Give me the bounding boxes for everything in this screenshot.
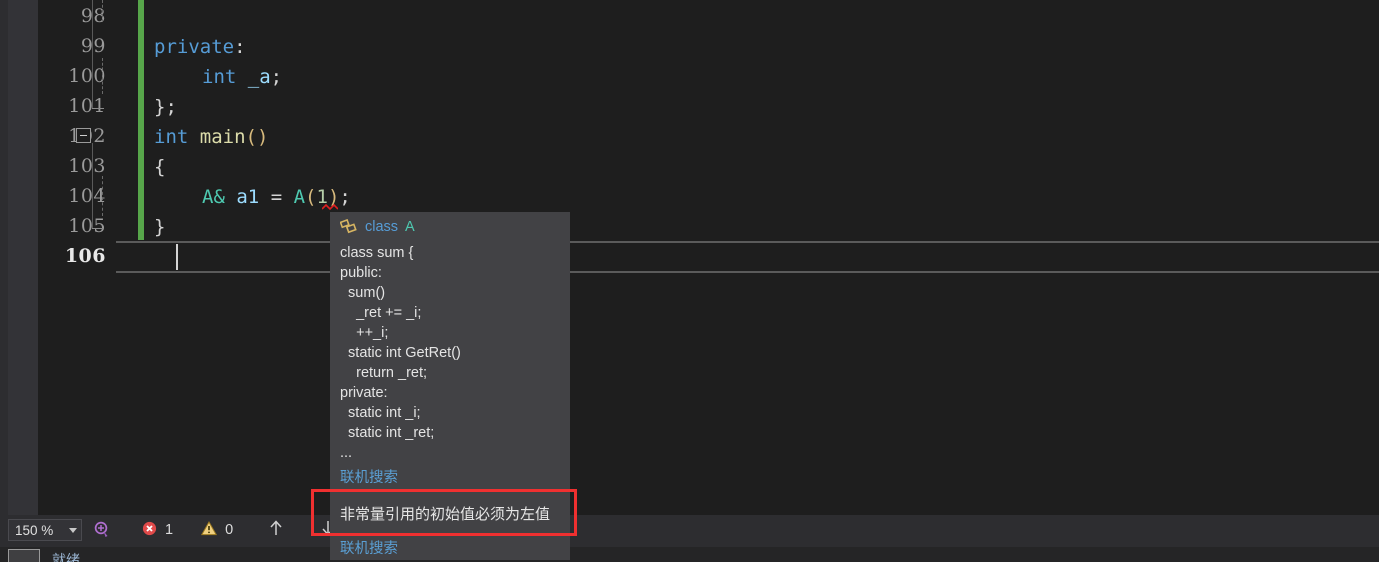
tooltip-header: class A — [330, 218, 570, 243]
window-left-margin-outer — [0, 0, 8, 515]
code-line: private: — [154, 32, 246, 62]
code-line: { — [154, 152, 165, 182]
token-keyword: private — [154, 36, 235, 58]
error-message-text: 非常量引用的初始值必须为左值 — [340, 506, 551, 523]
token-identifier: _a — [247, 66, 271, 88]
token-punct: { — [154, 156, 166, 178]
line-number: 99 — [80, 35, 106, 57]
tooltip-body-line: class sum { — [340, 245, 414, 261]
tooltip-body-line: return _ret; — [340, 365, 428, 381]
token-keyword: int — [154, 126, 189, 148]
indent-guide — [102, 58, 103, 94]
current-line-highlight — [116, 241, 1379, 273]
line-number: 104 — [68, 185, 106, 207]
quick-info-tooltip[interactable]: class A class sum { public: sum() _ret +… — [330, 212, 570, 560]
code-line: int main() — [154, 122, 268, 152]
line-number-gutter: 98 99 100 101 102 103 104 105 106 — [38, 0, 116, 515]
error-squiggle-underline — [322, 204, 338, 210]
block-guide-main — [92, 143, 93, 228]
indent-guide — [102, 0, 103, 22]
token-paren: ( — [305, 186, 317, 208]
online-search-link-bottom[interactable]: 联机搜索 — [330, 534, 570, 560]
warning-icon — [201, 520, 218, 540]
line-number: 105 — [68, 215, 106, 237]
tooltip-body-line: static int _ret; — [340, 425, 435, 441]
class-icon — [339, 218, 358, 235]
tooltip-type-name: A — [405, 219, 415, 235]
line-number: 100 — [68, 65, 106, 87]
line-number-current: 106 — [64, 245, 106, 267]
code-line: }; — [154, 92, 177, 122]
code-line: } — [154, 212, 165, 242]
tooltip-body-line: public: — [340, 265, 382, 281]
error-count-item[interactable]: 1 — [142, 521, 173, 540]
tooltip-keyword: class — [365, 219, 399, 235]
warning-count-item[interactable]: 0 — [201, 520, 234, 540]
chevron-down-icon[interactable] — [69, 527, 77, 533]
fold-toggle-icon[interactable] — [76, 128, 91, 143]
text-caret — [176, 244, 178, 270]
token-function: main — [199, 126, 246, 148]
token-punct: } — [154, 216, 166, 238]
warning-count: 0 — [225, 522, 234, 538]
change-bar-saved — [138, 0, 144, 240]
block-guide-main-foot — [92, 228, 104, 229]
tooltip-body-line: ++_i; — [340, 325, 389, 341]
tooltip-body-line: _ret += _i; — [340, 305, 422, 321]
zoom-level-value: 150 % — [15, 522, 54, 538]
tooltip-body-line: private: — [340, 385, 388, 401]
token-punct: ; — [270, 66, 283, 88]
error-icon — [142, 521, 157, 540]
token-punct: ; — [339, 186, 351, 208]
token-identifier: a1 — [236, 186, 260, 208]
line-number: 101 — [68, 95, 106, 117]
tooltip-body-line: static int GetRet() — [340, 345, 461, 361]
bottom-pane-status-text: 就绪 — [52, 552, 80, 562]
tooltip-body-line: static int _i; — [340, 405, 421, 421]
zoom-level-dropdown[interactable]: 150 % — [8, 519, 82, 541]
token-punct: : — [234, 36, 246, 58]
online-search-link-top[interactable]: 联机搜索 — [330, 463, 570, 489]
block-guide-class-foot — [92, 108, 104, 109]
token-operator: = — [270, 186, 283, 208]
token-type: A& — [202, 186, 225, 208]
line-number: 103 — [68, 155, 106, 177]
tooltip-body-line: sum() — [340, 285, 386, 301]
code-line: int _a; — [202, 62, 282, 92]
token-parens: () — [245, 126, 269, 148]
bottom-pane-checkbox[interactable] — [8, 549, 40, 562]
indent-guide — [102, 176, 103, 216]
token-punct: }; — [154, 96, 177, 118]
token-type-error: A — [293, 186, 306, 208]
editor-status-bar: 150 % 1 0 — [0, 515, 1379, 545]
error-count: 1 — [165, 522, 174, 538]
block-guide-class — [92, 0, 93, 108]
window-left-margin-inner — [8, 0, 38, 515]
arrow-up-icon[interactable] — [267, 518, 285, 543]
visual-studio-window: 98 99 100 101 102 103 104 105 106 privat… — [0, 0, 1379, 562]
token-keyword: int — [202, 66, 237, 88]
tooltip-body: class sum { public: sum() _ret += _i; ++… — [330, 243, 570, 463]
bottom-pane-inner — [0, 547, 1379, 562]
code-analysis-icon[interactable] — [90, 519, 114, 541]
tooltip-body-ellipsis: ... — [340, 445, 353, 461]
